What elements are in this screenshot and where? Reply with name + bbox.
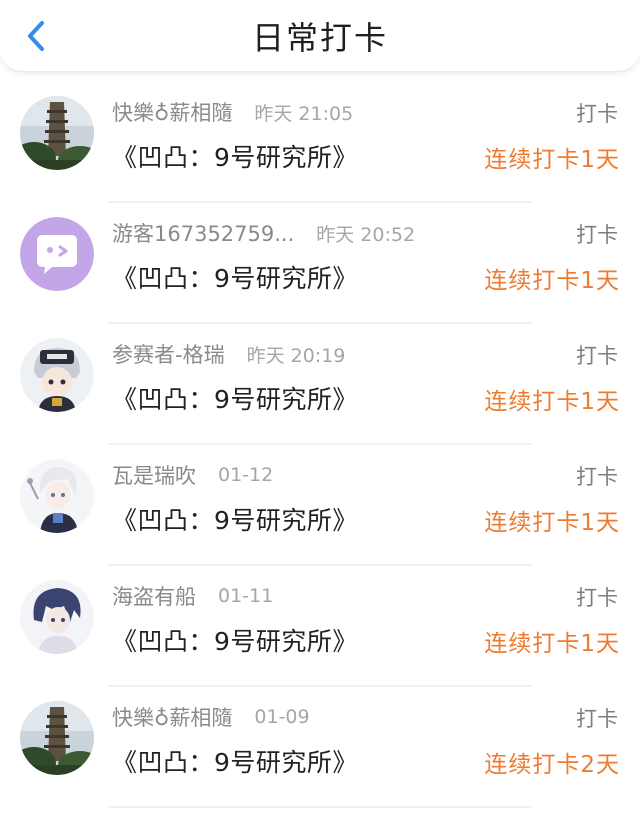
book-title[interactable]: 《凹凸：9号研究所》 (112, 259, 358, 295)
list-item[interactable]: 海盗有船 01-11 《凹凸：9号研究所》 打卡 连续打卡1天 (0, 566, 640, 687)
streak-text: 连续打卡1天 (484, 147, 620, 173)
name-line: 瓦是瑞吹 01-12 (112, 461, 273, 489)
checkin-label: 打卡 (576, 102, 618, 126)
checkin-label: 打卡 (576, 344, 618, 368)
pagoda-photo-icon (20, 701, 94, 775)
streak-text: 连续打卡1天 (484, 389, 620, 415)
avatar-pagoda[interactable] (20, 701, 94, 775)
list-item[interactable]: 瓦是瑞吹 01-12 《凹凸：9号研究所》 打卡 连续打卡1天 (0, 445, 640, 566)
checkin-list: 快樂♁薪相隨 昨天 21:05 《凹凸：9号研究所》 打卡 连续打卡1天 游客1… (0, 82, 640, 808)
username[interactable]: 海盗有船 (112, 581, 196, 611)
streak-text: 连续打卡1天 (484, 631, 620, 657)
avatar-pagoda[interactable] (20, 96, 94, 170)
streak-text: 连续打卡1天 (484, 268, 620, 294)
username[interactable]: 参赛者-格瑞 (112, 339, 225, 369)
top-bar: 日常打卡 (0, 0, 640, 72)
avatar-default[interactable] (20, 217, 94, 291)
timestamp: 昨天 20:19 (246, 344, 346, 367)
page-title: 日常打卡 (251, 19, 388, 57)
timestamp: 01-11 (218, 585, 274, 607)
book-title[interactable]: 《凹凸：9号研究所》 (112, 743, 358, 779)
anime-avatar-icon (20, 580, 94, 654)
timestamp: 昨天 21:05 (254, 102, 354, 125)
timestamp: 01-12 (218, 464, 274, 486)
timestamp: 01-09 (254, 706, 310, 728)
list-item[interactable]: 游客167352759... 昨天 20:52 《凹凸：9号研究所》 打卡 连续… (0, 203, 640, 324)
checkin-label: 打卡 (576, 586, 618, 610)
list-item[interactable]: 快樂♁薪相隨 昨天 21:05 《凹凸：9号研究所》 打卡 连续打卡1天 (0, 82, 640, 203)
avatar-anime-white[interactable] (20, 459, 94, 533)
username[interactable]: 瓦是瑞吹 (112, 460, 196, 490)
pagoda-photo-icon (20, 96, 94, 170)
list-item[interactable]: 参赛者-格瑞 昨天 20:19 《凹凸：9号研究所》 打卡 连续打卡1天 (0, 324, 640, 445)
checkin-label: 打卡 (576, 465, 618, 489)
checkin-label: 打卡 (576, 707, 618, 731)
streak-text: 连续打卡1天 (484, 510, 620, 536)
avatar-anime-cap[interactable] (20, 338, 94, 412)
list-item[interactable]: 快樂♁薪相隨 01-09 《凹凸：9号研究所》 打卡 连续打卡2天 (0, 687, 640, 808)
username[interactable]: 游客167352759... (112, 218, 294, 248)
book-title[interactable]: 《凹凸：9号研究所》 (112, 501, 358, 537)
name-line: 海盗有船 01-11 (112, 582, 273, 610)
name-line: 游客167352759... 昨天 20:52 (112, 219, 415, 247)
name-line: 快樂♁薪相隨 昨天 21:05 (112, 98, 353, 126)
streak-text: 连续打卡2天 (484, 752, 620, 778)
book-title[interactable]: 《凹凸：9号研究所》 (112, 622, 358, 658)
username[interactable]: 快樂♁薪相隨 (112, 702, 232, 732)
name-line: 参赛者-格瑞 昨天 20:19 (112, 340, 345, 368)
book-title[interactable]: 《凹凸：9号研究所》 (112, 380, 358, 416)
anime-avatar-icon (20, 338, 94, 412)
chat-bubble-icon (20, 217, 94, 291)
avatar-anime-navy[interactable] (20, 580, 94, 654)
username[interactable]: 快樂♁薪相隨 (112, 97, 232, 127)
anime-avatar-icon (20, 459, 94, 533)
book-title[interactable]: 《凹凸：9号研究所》 (112, 138, 358, 174)
name-line: 快樂♁薪相隨 01-09 (112, 703, 310, 731)
row-divider (108, 806, 532, 808)
checkin-label: 打卡 (576, 223, 618, 247)
timestamp: 昨天 20:52 (316, 223, 416, 246)
